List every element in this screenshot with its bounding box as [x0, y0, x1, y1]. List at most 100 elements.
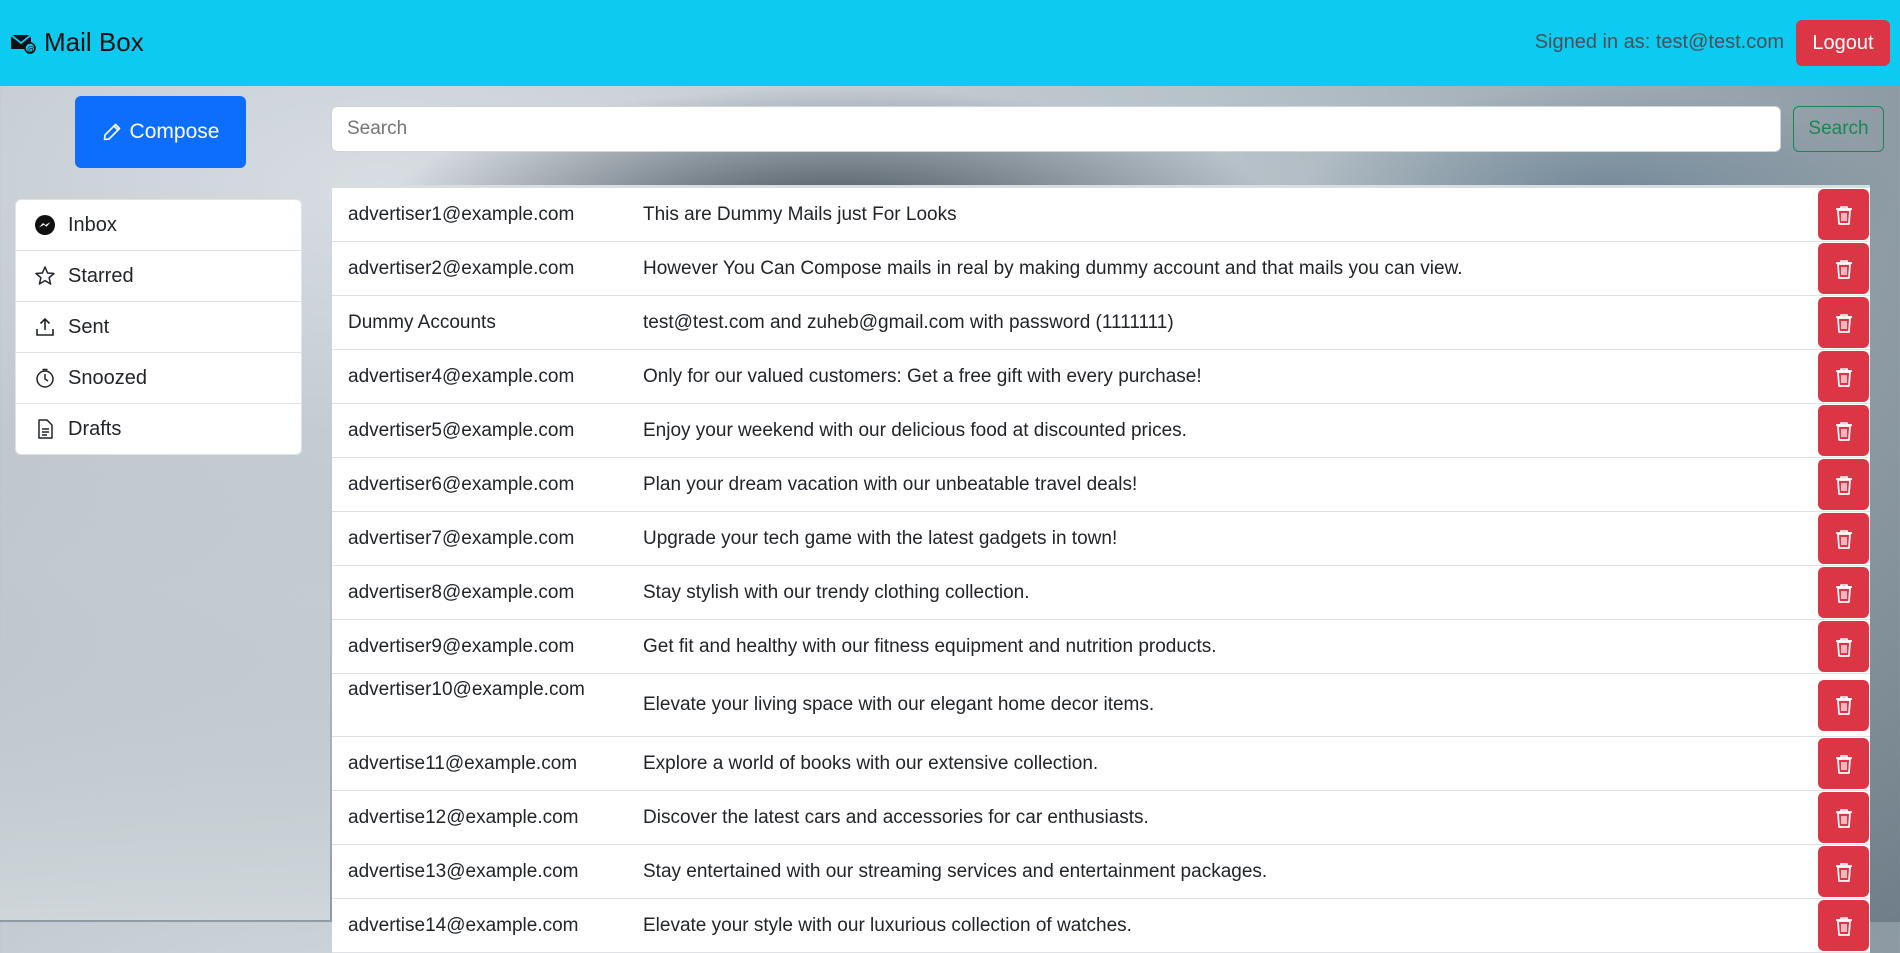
signed-in-text: Signed in as: test@test.com	[1534, 31, 1784, 53]
mail-sender: advertiser9@example.com	[348, 635, 575, 657]
trash-icon	[1835, 696, 1852, 715]
navbar: @ Mail Box Signed in as: test@test.com L…	[0, 0, 1900, 86]
sidebar-item-label: Drafts	[68, 417, 122, 440]
upload-icon	[36, 317, 54, 336]
delete-button[interactable]	[1818, 189, 1869, 240]
trash-icon	[1835, 421, 1852, 441]
mail-subject: Enjoy your weekend with our delicious fo…	[643, 419, 1187, 441]
delete-button[interactable]	[1818, 297, 1869, 348]
mail-list: advertiser1@example.com This are Dummy Ma…	[332, 185, 1870, 953]
mail-subject: Elevate your living space with our elega…	[643, 694, 1155, 715]
mail-actions	[1817, 350, 1870, 403]
mail-actions	[1817, 674, 1870, 736]
sidebar-item-label: Inbox	[68, 213, 117, 236]
delete-button[interactable]	[1818, 405, 1869, 456]
mail-subject: Stay stylish with our trendy clothing co…	[643, 581, 1030, 603]
compose-label: Compose	[129, 120, 220, 143]
mail-subject: Discover the latest cars and accessories…	[643, 806, 1149, 828]
mail-row[interactable]: advertiser7@example.com Upgrade your tech…	[332, 512, 1870, 566]
mail-actions	[1817, 737, 1870, 790]
mail-row[interactable]: advertise11@example.com Explore a world o…	[332, 737, 1870, 791]
mail-row[interactable]: advertiser9@example.com Get fit and healt…	[332, 620, 1870, 674]
pencil-icon	[103, 123, 120, 141]
delete-button[interactable]	[1818, 792, 1869, 843]
sidebar-item-snoozed[interactable]: Snoozed	[16, 353, 301, 404]
mail-actions	[1817, 845, 1870, 898]
mail-row[interactable]: Dummy Accounts test@test.com and zuheb@gm…	[332, 296, 1870, 350]
star-icon	[35, 266, 55, 285]
trash-icon	[1835, 475, 1852, 495]
sidebar-nav: Inbox Starred Sent Snoozed Drafts	[15, 199, 302, 455]
mail-actions	[1817, 296, 1870, 349]
mail-sender: advertise11@example.com	[348, 752, 578, 774]
mail-row[interactable]: advertiser8@example.com Stay stylish with…	[332, 566, 1870, 620]
mail-actions	[1817, 242, 1870, 295]
delete-button[interactable]	[1818, 738, 1869, 789]
compose-button[interactable]: Compose	[75, 96, 246, 168]
sidebar-item-inbox[interactable]: Inbox	[16, 200, 301, 251]
mail-subject: test@test.com and zuheb@gmail.com with p…	[643, 311, 1174, 333]
mail-row[interactable]: advertiser5@example.com Enjoy your weeken…	[332, 404, 1870, 458]
trash-icon	[1835, 916, 1852, 936]
trash-icon	[1835, 367, 1852, 387]
delete-button[interactable]	[1818, 567, 1869, 618]
delete-button[interactable]	[1818, 900, 1869, 951]
mail-sender: advertise12@example.com	[348, 806, 579, 828]
svg-text:@: @	[27, 44, 35, 53]
delete-button[interactable]	[1818, 679, 1869, 731]
mail-actions	[1817, 404, 1870, 457]
delete-button[interactable]	[1818, 459, 1869, 510]
mail-row[interactable]: advertiser6@example.com Plan your dream v…	[332, 458, 1870, 512]
sidebar-item-starred[interactable]: Starred	[16, 251, 301, 302]
mail-sender: advertiser6@example.com	[348, 473, 575, 495]
mail-sender: advertise14@example.com	[348, 914, 579, 936]
delete-button[interactable]	[1818, 621, 1869, 672]
mail-sender: advertiser2@example.com	[348, 257, 575, 279]
trash-icon	[1835, 583, 1852, 603]
messenger-icon	[35, 215, 55, 235]
brand[interactable]: @ Mail Box	[10, 27, 144, 58]
delete-button[interactable]	[1818, 513, 1869, 564]
mail-subject: Plan your dream vacation with our unbeat…	[643, 473, 1138, 495]
trash-icon	[1835, 754, 1852, 774]
mail-row[interactable]: advertiser4@example.com Only for our valu…	[332, 350, 1870, 404]
clock-icon	[36, 368, 54, 388]
trash-icon	[1835, 862, 1852, 882]
delete-button[interactable]	[1818, 243, 1869, 294]
mail-actions	[1817, 512, 1870, 565]
mail-subject: Elevate your style with our luxurious co…	[643, 914, 1132, 936]
mail-sender: advertiser8@example.com	[348, 581, 575, 603]
trash-icon	[1835, 205, 1852, 225]
trash-icon	[1835, 529, 1852, 549]
delete-button[interactable]	[1818, 846, 1869, 897]
mail-row[interactable]: advertiser2@example.com However You Can C…	[332, 242, 1870, 296]
sidebar-item-sent[interactable]: Sent	[16, 302, 301, 353]
mail-row[interactable]: advertise12@example.com Discover the late…	[332, 791, 1870, 845]
search-input[interactable]	[331, 106, 1781, 152]
sidebar-item-drafts[interactable]: Drafts	[16, 404, 301, 454]
mail-actions	[1817, 188, 1870, 241]
mail-row[interactable]: advertise14@example.com Elevate your styl…	[332, 899, 1870, 953]
mail-row[interactable]: advertise13@example.com Stay entertained …	[332, 845, 1870, 899]
brand-title: Mail Box	[44, 27, 144, 57]
mail-sender: advertiser4@example.com	[348, 365, 575, 387]
mail-actions	[1817, 458, 1870, 511]
mail-row[interactable]: advertiser1@example.com This are Dummy Ma…	[332, 188, 1870, 242]
mail-sender: advertise13@example.com	[348, 860, 579, 882]
mail-sender: advertiser5@example.com	[348, 419, 575, 441]
trash-icon	[1835, 808, 1852, 828]
mail-icon: @	[10, 33, 36, 54]
mail-sender: advertiser10@example.com	[348, 679, 585, 700]
mail-subject: Upgrade your tech game with the latest g…	[643, 527, 1118, 549]
background-shape	[0, 440, 330, 920]
sidebar-item-label: Starred	[68, 264, 134, 287]
delete-button[interactable]	[1818, 351, 1869, 402]
mail-sender: advertiser7@example.com	[348, 527, 575, 549]
search-button[interactable]: Search	[1793, 106, 1884, 152]
mail-subject: Explore a world of books with our extens…	[643, 752, 1099, 774]
mail-actions	[1817, 566, 1870, 619]
mail-actions	[1817, 620, 1870, 673]
trash-icon	[1835, 637, 1852, 657]
mail-row[interactable]: advertiser10@example.com Elevate your liv…	[332, 674, 1870, 737]
logout-button[interactable]: Logout	[1796, 20, 1890, 66]
